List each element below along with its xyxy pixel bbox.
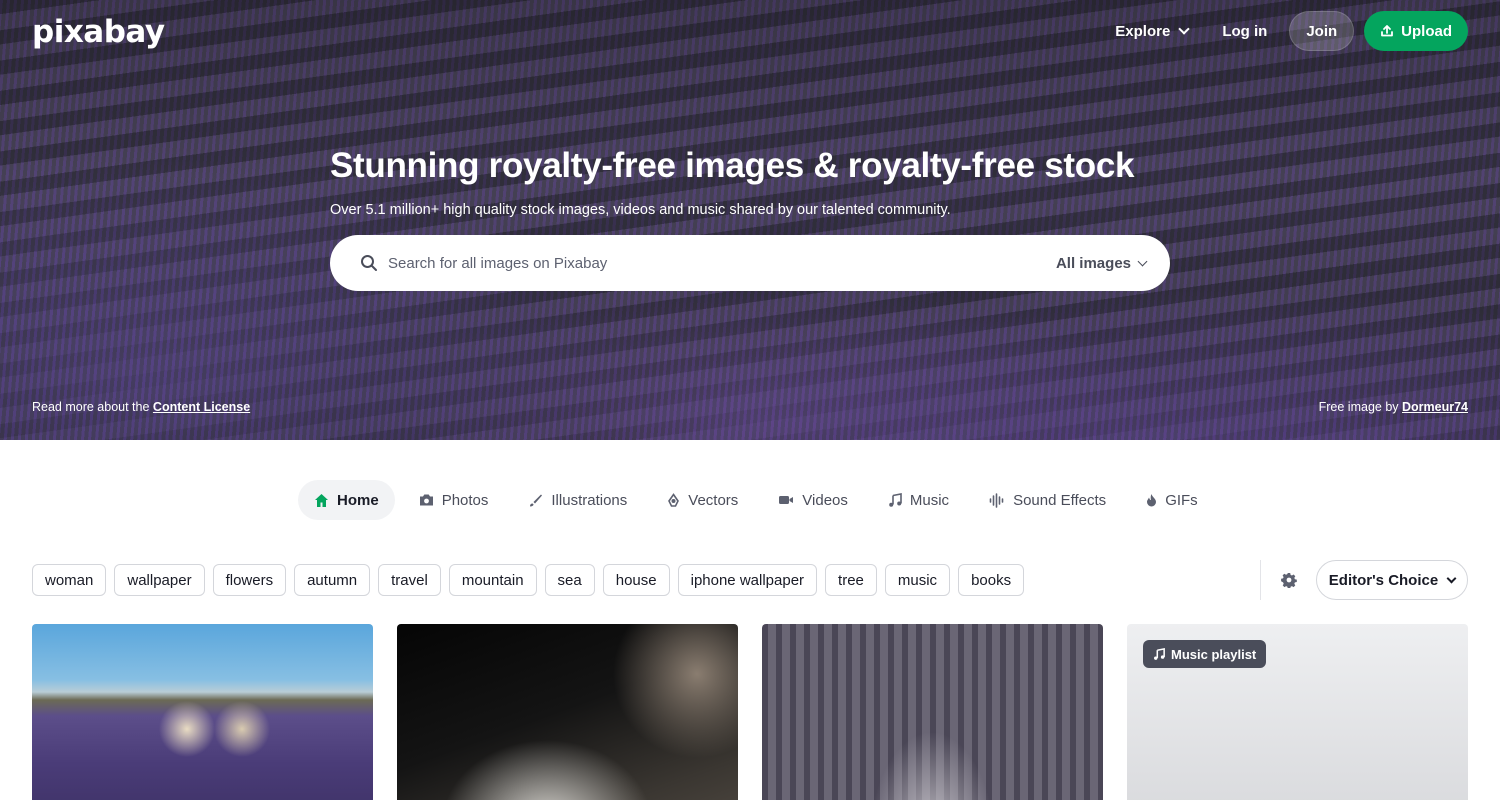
tag-chip[interactable]: mountain [448,564,537,596]
login-link[interactable]: Log in [1210,11,1279,51]
tab-photos[interactable]: Photos [403,480,505,520]
trending-tags: woman wallpaper flowers autumn travel mo… [32,564,1025,596]
tag-chip[interactable]: autumn [294,564,371,596]
chevron-down-icon [1446,573,1457,583]
credit-author-link[interactable]: Dormeur74 [1402,400,1468,414]
waveform-icon [989,492,1004,508]
music-note-icon [889,492,902,507]
image-credit: Free image by Dormeur74 [1319,400,1468,414]
pen-tool-icon [668,492,680,507]
image-card[interactable] [32,624,373,800]
tab-label: Videos [802,491,848,509]
gear-icon [1281,573,1297,588]
explore-menu[interactable]: Explore [1103,11,1200,51]
tag-chip[interactable]: music [884,564,951,596]
content-license-note: Read more about the Content License [32,400,250,414]
top-navigation: pixabay Explore Log in Join Upload [0,0,1500,64]
search-input[interactable] [388,235,1028,291]
tab-sound-effects[interactable]: Sound Effects [973,480,1122,520]
upload-button[interactable]: Upload [1364,11,1468,51]
badge-label: Music playlist [1171,646,1257,662]
tab-label: Photos [441,491,489,509]
search-type-dropdown[interactable]: All images [1055,235,1148,291]
tab-label: Illustrations [551,491,628,509]
tab-label: Home [337,491,379,509]
credit-prefix: Free image by [1318,400,1402,414]
music-playlist-card[interactable]: Music playlist [1127,624,1468,800]
tab-home[interactable]: Home [298,480,395,520]
chevron-down-icon [1178,23,1190,35]
upload-icon [1381,25,1394,37]
join-button[interactable]: Join [1289,11,1355,51]
image-card[interactable] [762,624,1103,800]
music-note-icon [1154,647,1165,660]
tab-music[interactable]: Music [872,480,965,520]
flame-icon [1147,494,1157,507]
media-type-tabs: Home Photos Illustrations Vectors Videos… [298,480,1214,520]
tag-chip[interactable]: sea [544,564,595,596]
tag-chip[interactable]: woman [32,564,107,596]
toolbar-divider [1260,560,1261,600]
tag-chip[interactable]: flowers [212,564,287,596]
tab-videos[interactable]: Videos [762,480,864,520]
tab-label: Music [909,491,950,509]
tag-chip[interactable]: wallpaper [114,564,205,596]
tab-illustrations[interactable]: Illustrations [512,480,643,520]
explore-label: Explore [1115,22,1171,40]
music-playlist-badge: Music playlist [1143,640,1267,668]
video-camera-icon [779,496,794,504]
nav-actions: Explore Log in Join Upload [1103,11,1468,51]
tab-label: GIFs [1165,491,1198,509]
filter-settings-button[interactable] [1276,566,1302,594]
content-license-link[interactable]: Content License [153,400,250,414]
tab-vectors[interactable]: Vectors [651,480,754,520]
image-card[interactable] [397,624,738,800]
tag-chip[interactable]: travel [378,564,441,596]
tag-chip[interactable]: iphone wallpaper [677,564,818,596]
hero-content: Stunning royalty-free images & royalty-f… [330,146,1170,291]
search-type-label: All images [1055,254,1131,272]
tab-label: Vectors [688,491,739,509]
search-bar: All images [330,235,1170,291]
upload-label: Upload [1401,22,1452,40]
search-icon[interactable] [360,254,378,272]
sort-label: Editor's Choice [1328,571,1439,589]
tag-chip[interactable]: tree [825,564,877,596]
sort-dropdown[interactable]: Editor's Choice [1316,560,1468,600]
hero-subtitle: Over 5.1 million+ high quality stock ima… [330,202,951,218]
camera-icon [419,494,433,506]
license-prefix: Read more about the [32,400,153,414]
tag-chip[interactable]: books [958,564,1025,596]
tab-label: Sound Effects [1013,491,1107,509]
hero-title: Stunning royalty-free images & royalty-f… [330,146,1135,185]
tab-gifs[interactable]: GIFs [1130,480,1214,520]
home-icon [315,493,328,507]
brush-icon [530,494,543,506]
tag-chip[interactable]: house [602,564,670,596]
chevron-down-icon [1137,256,1148,266]
pixabay-logo[interactable]: pixabay [32,14,165,50]
